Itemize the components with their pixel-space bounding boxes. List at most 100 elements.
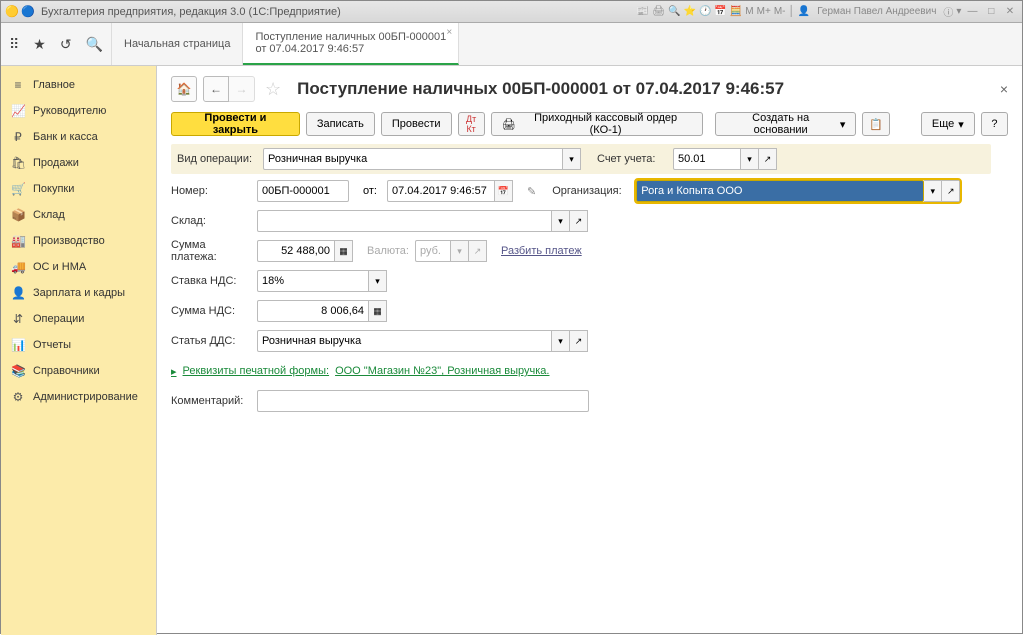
document-header: 🏠 ← → ☆ Поступление наличных 00БП-000001… xyxy=(171,76,1008,102)
forward-button[interactable]: → xyxy=(229,76,255,102)
dds-input[interactable]: Розничная выручка xyxy=(257,330,552,352)
apps-icon[interactable]: ⠿ xyxy=(9,36,19,53)
home-button[interactable]: 🏠 xyxy=(171,76,197,102)
calendar-icon[interactable]: 📅 xyxy=(495,180,513,202)
warehouse-input[interactable] xyxy=(257,210,552,232)
star-icon[interactable]: ★ xyxy=(33,36,46,53)
close-button[interactable]: ✕ xyxy=(1002,6,1018,17)
requisites-prefix: Реквизиты печатной формы: xyxy=(183,365,330,377)
history-icon[interactable]: ↺ xyxy=(60,36,72,53)
tb-tool-icon[interactable]: 🖨 xyxy=(652,6,665,17)
dropdown-icon[interactable]: ▾ xyxy=(563,148,581,170)
dropdown-icon[interactable]: ▾ xyxy=(552,330,570,352)
sidebar-item-sales[interactable]: 🛍 Продажи xyxy=(1,150,156,176)
sidebar-item-reports[interactable]: 📊Отчеты xyxy=(1,332,156,358)
mem-btn[interactable]: M- xyxy=(774,6,786,17)
sidebar-item-label: Продажи xyxy=(33,157,79,169)
titlebar-right: 📰 🖨 🔍 ⭐ 🕐 📅 🧮 M M+ M- │ 👤 Герман Павел А… xyxy=(637,4,1018,19)
dropdown-icon[interactable]: ▾ xyxy=(741,148,759,170)
post-button[interactable]: Провести xyxy=(381,112,452,136)
number-input[interactable]: 00БП-000001 xyxy=(257,180,349,202)
close-doc-icon[interactable]: × xyxy=(1000,81,1008,97)
dropdown-icon[interactable]: ▾ xyxy=(552,210,570,232)
structure-button[interactable]: 📋 xyxy=(862,112,889,136)
tb-tool-icon[interactable]: 🕐 xyxy=(699,6,711,17)
more-label: Еще xyxy=(932,118,954,130)
sidebar-item-operations[interactable]: ⇵Операции xyxy=(1,306,156,332)
vat-sum-input[interactable]: 8 006,64 xyxy=(257,300,369,322)
sidebar-item-label: Справочники xyxy=(33,365,100,377)
user-icon[interactable]: 👤 xyxy=(798,6,810,17)
favorite-star-icon[interactable]: ☆ xyxy=(265,79,281,100)
op-type-input[interactable]: Розничная выручка xyxy=(263,148,563,170)
tb-tool-icon[interactable]: ⭐ xyxy=(683,6,695,17)
tab-document[interactable]: Поступление наличных 00БП-000001 от 07.0… xyxy=(243,23,459,65)
sidebar-item-admin[interactable]: ⚙Администрирование xyxy=(1,384,156,410)
sidebar-item-references[interactable]: 📚Справочники xyxy=(1,358,156,384)
sidebar-item-manager[interactable]: 📈Руководителю xyxy=(1,98,156,124)
create-based-button[interactable]: Создать на основании ▾ xyxy=(715,112,857,136)
split-payment-link[interactable]: Разбить платеж xyxy=(501,245,582,257)
row-comment: Комментарий: xyxy=(171,388,991,414)
maximize-button[interactable]: □ xyxy=(983,6,999,17)
dropdown-icon[interactable]: ▾ xyxy=(924,180,942,202)
search-icon[interactable]: 🔍 xyxy=(86,36,103,53)
label-vat-sum: Сумма НДС: xyxy=(171,305,257,317)
tb-tool-icon[interactable]: 📅 xyxy=(714,6,726,17)
sidebar-item-payroll[interactable]: 👤Зарплата и кадры xyxy=(1,280,156,306)
sidebar-item-production[interactable]: 🏭Производство xyxy=(1,228,156,254)
org-input[interactable]: Рога и Копыта ООО xyxy=(636,180,924,202)
sidebar-item-purchases[interactable]: 🛒Покупки xyxy=(1,176,156,202)
row-requisites: ▸ Реквизиты печатной формы: ООО "Магазин… xyxy=(171,358,991,384)
calculator-icon[interactable]: ▦ xyxy=(369,300,387,322)
topbar: ⠿ ★ ↺ 🔍 Начальная страница Поступление н… xyxy=(1,23,1022,66)
row-pay-sum: Сумма платежа: 52 488,00 ▦ Валюта: руб. … xyxy=(171,238,991,264)
sidebar-item-label: Банк и касса xyxy=(33,131,98,143)
tb-tool-icon[interactable]: 📰 xyxy=(637,6,649,17)
open-icon[interactable]: ↗ xyxy=(942,180,960,202)
save-button[interactable]: Записать xyxy=(306,112,375,136)
sidebar-item-bank[interactable]: ₽Банк и касса xyxy=(1,124,156,150)
mem-btn[interactable]: M xyxy=(745,6,753,17)
tb-tool-icon[interactable]: 🔍 xyxy=(668,6,680,17)
pay-sum-input[interactable]: 52 488,00 xyxy=(257,240,335,262)
box-icon: 📦 xyxy=(11,208,25,222)
print-pko-button[interactable]: 🖨Приходный кассовый ордер (КО-1) xyxy=(491,112,703,136)
open-icon[interactable]: ↗ xyxy=(759,148,777,170)
open-icon[interactable]: ↗ xyxy=(570,330,588,352)
vat-rate-input[interactable]: 18% xyxy=(257,270,369,292)
minimize-button[interactable]: — xyxy=(964,6,980,17)
tb-tool-icon[interactable]: 🧮 xyxy=(730,6,742,17)
calculator-icon[interactable]: ▦ xyxy=(335,240,353,262)
bag-icon: 🛍 xyxy=(11,156,25,170)
more-button[interactable]: Еще ▾ xyxy=(921,112,975,136)
open-icon[interactable]: ↗ xyxy=(570,210,588,232)
print-requisites-link[interactable]: ▸ Реквизиты печатной формы: ООО "Магазин… xyxy=(171,365,549,378)
label-pay-sum: Сумма платежа: xyxy=(171,239,257,263)
gear-icon: ⚙ xyxy=(11,390,25,404)
sidebar-item-warehouse[interactable]: 📦Склад xyxy=(1,202,156,228)
sidebar-item-main[interactable]: ≡Главное xyxy=(1,72,156,98)
dropdown-icon[interactable]: ▾ xyxy=(369,270,387,292)
person-icon: 👤 xyxy=(11,286,25,300)
tab-close-icon[interactable]: × xyxy=(446,27,452,38)
sidebar: ≡Главное 📈Руководителю ₽Банк и касса 🛍 Пр… xyxy=(1,66,157,635)
manual-edit-icon[interactable]: ✎ xyxy=(527,185,536,198)
comment-input[interactable] xyxy=(257,390,589,412)
mem-btn[interactable]: M+ xyxy=(757,6,771,17)
app-icon-2: 🔵 xyxy=(21,5,35,19)
home-icon: ≡ xyxy=(11,78,25,92)
sidebar-item-assets[interactable]: 🚚ОС и НМА xyxy=(1,254,156,280)
label-number: Номер: xyxy=(171,185,257,197)
dropdown-icon[interactable]: ▾ xyxy=(956,6,961,17)
tab-start-page[interactable]: Начальная страница xyxy=(112,23,243,65)
open-icon: ↗ xyxy=(469,240,487,262)
movements-button[interactable]: ДтКт xyxy=(458,112,485,136)
help-button[interactable]: ? xyxy=(981,112,1008,136)
label-org: Организация: xyxy=(552,185,630,197)
post-and-close-button[interactable]: Провести и закрыть xyxy=(171,112,300,136)
info-icon[interactable]: ⓘ xyxy=(943,4,953,19)
account-input[interactable]: 50.01 xyxy=(673,148,741,170)
back-button[interactable]: ← xyxy=(203,76,229,102)
date-input[interactable]: 07.04.2017 9:46:57 xyxy=(387,180,495,202)
